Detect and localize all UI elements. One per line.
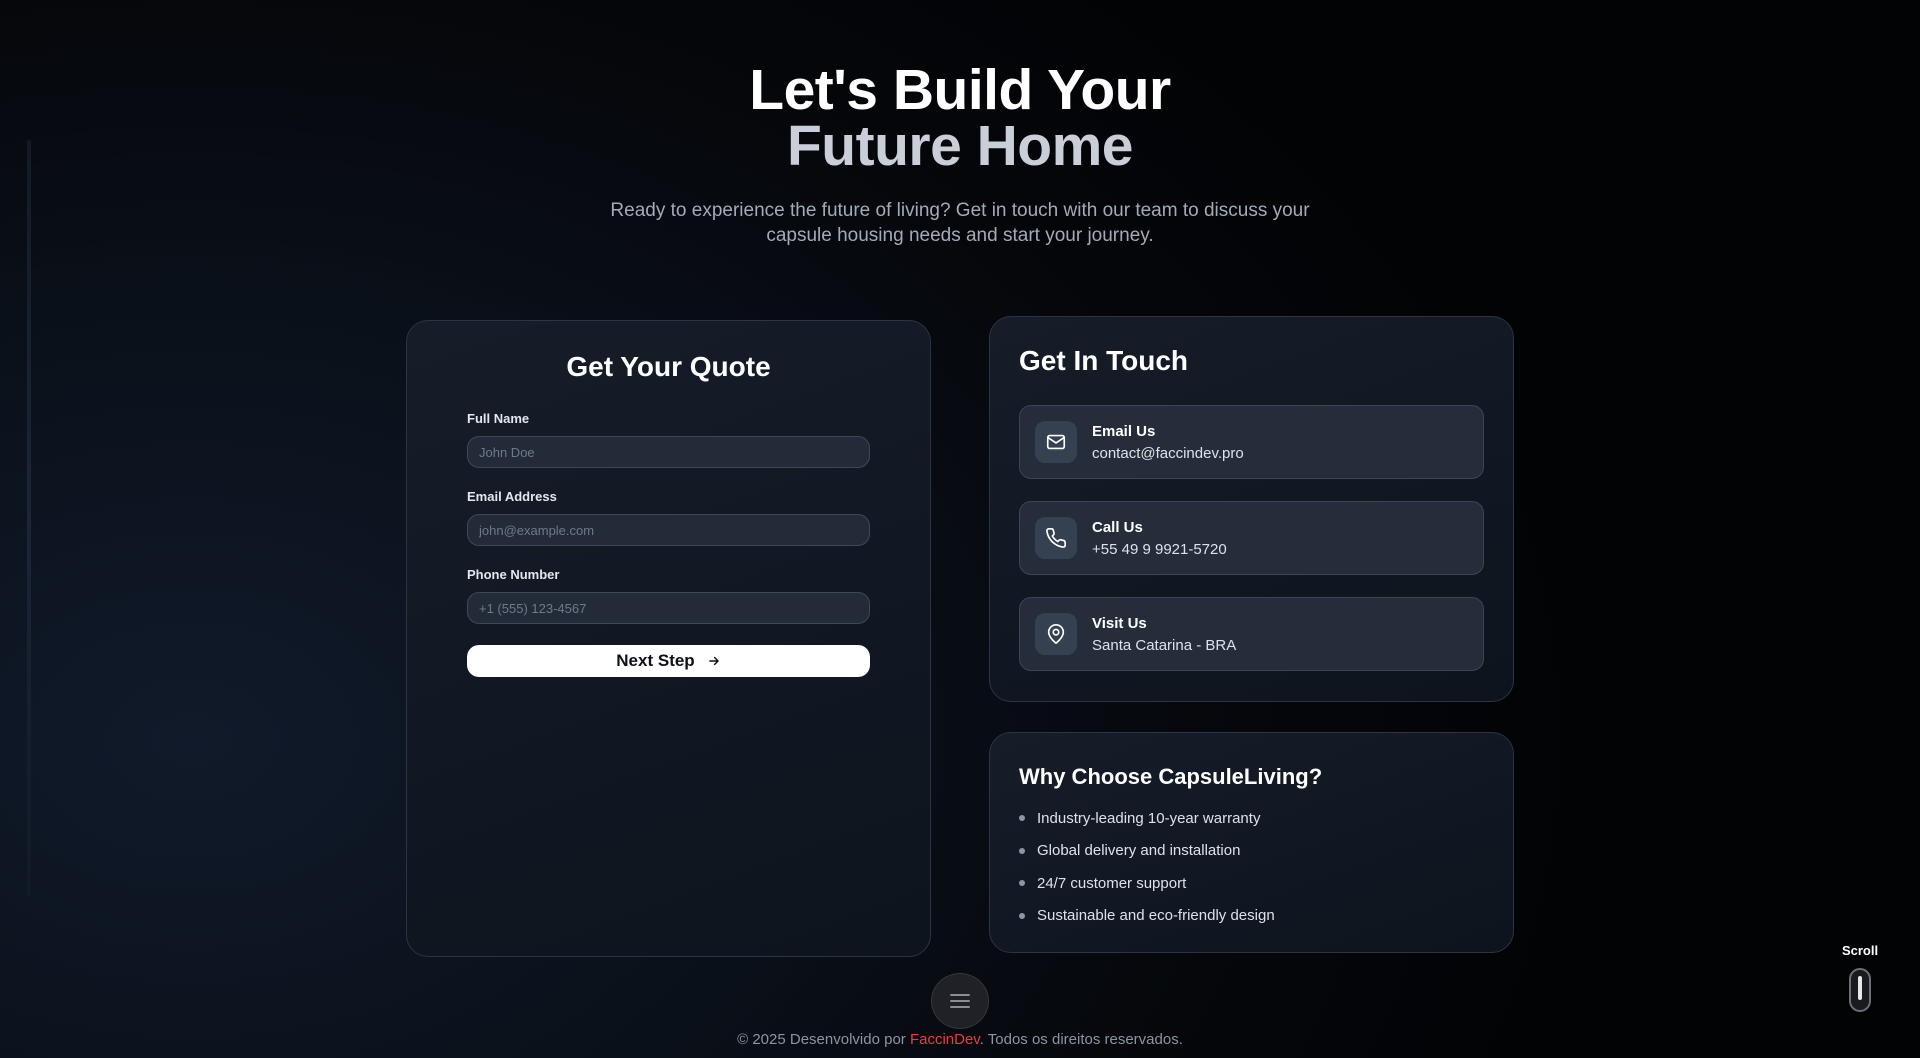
arrow-right-icon [708, 656, 719, 666]
bullet-icon [1019, 912, 1025, 919]
phone-label: Phone Number [467, 567, 560, 582]
side-progress-rail [27, 140, 31, 896]
contact-card-title: Get In Touch [1019, 345, 1189, 376]
list-item: Global delivery and installation [1019, 835, 1484, 868]
bullet-icon [1019, 847, 1025, 854]
mail-icon [1035, 421, 1077, 463]
why-choose-list: Industry-leading 10-year warranty Global… [1019, 802, 1484, 932]
page-title: Let's Build Your Future Home [0, 58, 1920, 178]
quote-card-title: Get Your Quote [566, 351, 771, 382]
contact-email-item[interactable]: Email Us contact@faccindev.pro [1019, 405, 1484, 479]
contact-visit-label: Visit Us [1092, 614, 1147, 632]
bullet-icon [1019, 880, 1025, 887]
phone-field-group: Phone Number [467, 567, 870, 624]
why-choose-title: Why Choose CapsuleLiving? [1019, 764, 1323, 789]
full-name-field-group: Full Name [467, 411, 870, 468]
email-field-group: Email Address [467, 489, 870, 546]
hero-subtitle: Ready to experience the future of living… [610, 200, 1310, 246]
title-line-1: Let's Build Your [749, 58, 1171, 122]
hero-section: Let's Build Your Future Home Ready to ex… [0, 62, 1920, 248]
footer-suffix: . Todos os direitos reservados. [979, 1031, 1183, 1048]
full-name-label: Full Name [467, 411, 530, 426]
bullet-icon [1019, 815, 1025, 822]
list-item: Industry-leading 10-year warranty [1019, 802, 1484, 835]
quote-card: Get Your Quote Full Name Email Address P… [406, 320, 931, 957]
footer-prefix: © 2025 Desenvolvido por [737, 1031, 910, 1048]
contact-visit-item[interactable]: Visit Us Santa Catarina - BRA [1019, 597, 1484, 671]
mouse-scroll-icon [1849, 968, 1871, 1012]
footer: © 2025 Desenvolvido por FaccinDev. Todos… [0, 1031, 1920, 1048]
next-step-button[interactable]: Next Step [467, 645, 870, 677]
quote-form: Full Name Email Address Phone Number Nex… [467, 411, 870, 677]
hamburger-menu-icon [950, 994, 970, 1008]
why-choose-card: Why Choose CapsuleLiving? Industry-leadi… [989, 732, 1514, 953]
footer-brand-link[interactable]: FaccinDev [910, 1031, 980, 1048]
contact-card: Get In Touch Email Us contact@faccindev.… [989, 316, 1514, 702]
full-name-input[interactable] [467, 436, 870, 468]
scroll-label: Scroll [1841, 943, 1879, 958]
contact-email-label: Email Us [1092, 422, 1156, 440]
contact-email-value: contact@faccindev.pro [1092, 444, 1244, 462]
mouse-wheel [1858, 976, 1862, 1000]
phone-icon [1035, 517, 1077, 559]
phone-input[interactable] [467, 592, 870, 624]
email-input[interactable] [467, 514, 870, 546]
title-line-2: Future Home [786, 114, 1134, 178]
list-item: 24/7 customer support [1019, 867, 1484, 900]
email-label: Email Address [467, 489, 557, 504]
contact-phone-value: +55 49 9 9921-5720 [1092, 540, 1227, 558]
menu-button[interactable] [931, 973, 989, 1029]
map-pin-icon [1035, 613, 1077, 655]
contact-phone-label: Call Us [1092, 518, 1143, 536]
contact-visit-value: Santa Catarina - BRA [1092, 636, 1237, 654]
list-item: Sustainable and eco-friendly design [1019, 900, 1484, 933]
contact-phone-item[interactable]: Call Us +55 49 9 9921-5720 [1019, 501, 1484, 575]
next-step-label: Next Step [616, 651, 695, 670]
scroll-indicator: Scroll [1835, 943, 1885, 1012]
